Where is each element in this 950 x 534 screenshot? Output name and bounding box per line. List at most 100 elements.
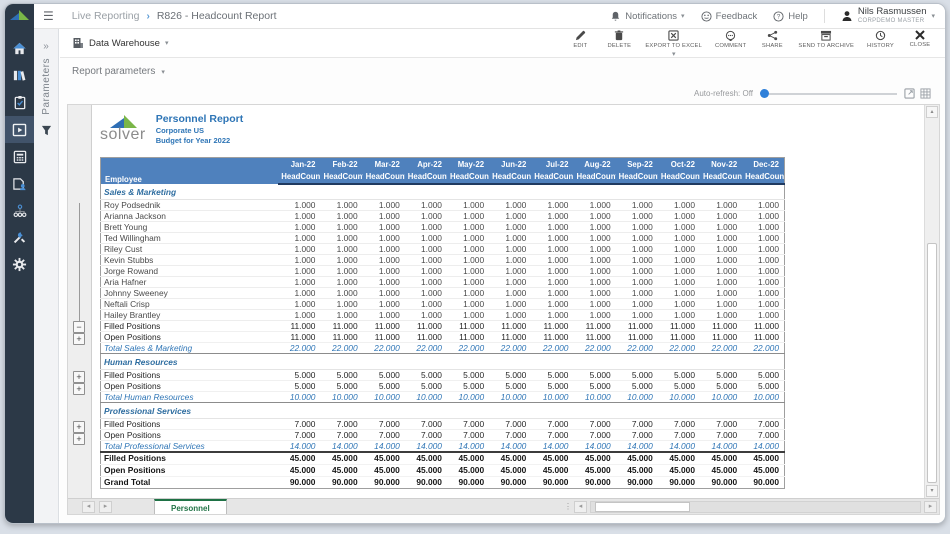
sidebar-item-workflow[interactable]	[5, 197, 34, 224]
sidebar-item-documents[interactable]	[5, 170, 34, 197]
cell-value: 5.000	[363, 370, 405, 381]
cell-value	[573, 403, 615, 419]
cell-value: 22.000	[489, 343, 531, 354]
close-button[interactable]: CLOSE	[907, 30, 933, 48]
user-menu[interactable]: Nils Rasmussen CorpDemo Master	[841, 7, 935, 24]
expand-group-button[interactable]	[73, 383, 85, 395]
filter-funnel-icon[interactable]	[41, 125, 52, 136]
delete-button[interactable]: DELETE	[606, 30, 632, 49]
feedback-button[interactable]: Feedback	[701, 11, 758, 22]
cell-value	[616, 354, 658, 370]
collapse-group-button[interactable]	[73, 321, 85, 333]
help-button[interactable]: ? Help	[773, 11, 808, 22]
cell-value: 45.000	[363, 452, 405, 464]
cell-value: 1.000	[531, 266, 573, 277]
slider-handle[interactable]	[760, 89, 769, 98]
cell-value: 7.000	[573, 430, 615, 441]
expand-parameters-icon[interactable]	[43, 41, 49, 52]
cell-value: 1.000	[573, 244, 615, 255]
month-column-header: Feb-22	[320, 158, 362, 171]
sidebar-item-home[interactable]	[5, 35, 34, 62]
row-label: Aria Hafner	[101, 277, 279, 288]
expand-group-button[interactable]	[73, 333, 85, 345]
cell-value	[405, 184, 447, 200]
slider-track	[769, 93, 897, 95]
notifications-button[interactable]: Notifications	[610, 11, 684, 22]
vertical-scrollbar[interactable]	[924, 105, 939, 498]
data-source-dropdown[interactable]: Data Warehouse	[72, 37, 168, 49]
cell-value	[278, 184, 320, 200]
measure-column-header: HeadCount	[320, 171, 362, 184]
app-logo[interactable]	[5, 4, 34, 29]
view-option-icons	[904, 88, 931, 99]
sidebar-item-tasks[interactable]	[5, 89, 34, 116]
section-total-row: Total Human Resources10.00010.00010.0001…	[101, 392, 785, 403]
cell-value: 1.000	[363, 244, 405, 255]
cell-value: 1.000	[320, 255, 362, 266]
cell-value: 10.000	[278, 392, 320, 403]
breadcrumb-parent[interactable]: Live Reporting	[72, 10, 140, 22]
grid-view-icon[interactable]	[920, 88, 931, 99]
next-sheet-button[interactable]	[99, 501, 112, 513]
cell-value	[616, 403, 658, 419]
expand-group-button[interactable]	[73, 433, 85, 445]
notifications-label: Notifications	[625, 11, 677, 22]
cell-value: 14.000	[616, 441, 658, 453]
cell-value: 22.000	[447, 343, 489, 354]
month-column-header: Dec-22	[742, 158, 784, 171]
expand-group-button[interactable]	[73, 421, 85, 433]
expand-group-button[interactable]	[73, 371, 85, 383]
sidebar-item-settings[interactable]	[5, 251, 34, 278]
cell-value: 5.000	[700, 370, 742, 381]
cell-value: 14.000	[573, 441, 615, 453]
cell-value: 90.000	[489, 476, 531, 488]
scroll-right-button[interactable]	[924, 501, 937, 513]
topbar-right: Notifications Feedback ? Help Nils Rasmu…	[610, 7, 945, 24]
breadcrumb-separator-icon	[146, 11, 149, 22]
menu-icon[interactable]	[43, 9, 54, 23]
send-to-archive-button[interactable]: SEND TO ARCHIVE	[798, 30, 854, 49]
auto-refresh-slider[interactable]	[760, 89, 897, 98]
sidebar-item-tools[interactable]	[5, 224, 34, 251]
cell-value: 14.000	[363, 441, 405, 453]
horizontal-scroll-track[interactable]	[590, 501, 921, 513]
comment-button[interactable]: COMMENT	[715, 30, 746, 49]
share-button[interactable]: SHARE	[759, 30, 785, 49]
archive-label: SEND TO ARCHIVE	[798, 43, 854, 49]
scroll-left-button[interactable]	[574, 501, 587, 513]
cell-value: 14.000	[405, 441, 447, 453]
cell-value: 7.000	[616, 419, 658, 430]
row-label: Professional Services	[101, 403, 279, 419]
cell-value: 1.000	[531, 310, 573, 321]
cell-value: 7.000	[405, 419, 447, 430]
row-label: Roy Podsednik	[101, 200, 279, 211]
report-parameters-dropdown[interactable]: Report parameters	[72, 66, 165, 77]
vertical-scroll-thumb[interactable]	[927, 243, 937, 483]
horizontal-scrollbar[interactable]	[564, 499, 939, 514]
history-button[interactable]: HISTORY	[867, 30, 894, 49]
edit-button[interactable]: EDIT	[567, 30, 593, 49]
archive-icon	[820, 30, 832, 41]
cell-value: 1.000	[363, 310, 405, 321]
scroll-down-button[interactable]	[926, 485, 938, 497]
sheet-tab-personnel[interactable]: Personnel	[154, 499, 227, 514]
sidebar-item-reporting[interactable]	[5, 116, 34, 143]
prev-sheet-button[interactable]	[82, 501, 95, 513]
section-header-row: Sales & Marketing	[101, 184, 785, 200]
cell-value: 1.000	[573, 266, 615, 277]
row-label: Grand Total	[101, 476, 279, 488]
cell-value: 90.000	[616, 476, 658, 488]
cell-value: 1.000	[405, 211, 447, 222]
sidebar-item-budgeting[interactable]	[5, 143, 34, 170]
cell-value: 1.000	[616, 244, 658, 255]
cell-value: 11.000	[616, 321, 658, 332]
scroll-up-button[interactable]	[926, 106, 938, 118]
popout-icon[interactable]	[904, 88, 915, 99]
employee-row: Johnny Sweeney1.0001.0001.0001.0001.0001…	[101, 288, 785, 299]
export-to-excel-button[interactable]: EXPORT TO EXCEL	[645, 30, 702, 58]
horizontal-scroll-thumb[interactable]	[595, 502, 690, 512]
sidebar-item-library[interactable]	[5, 62, 34, 89]
cell-value: 45.000	[363, 464, 405, 476]
cell-value: 45.000	[700, 452, 742, 464]
splitter-handle-icon[interactable]	[564, 502, 571, 511]
